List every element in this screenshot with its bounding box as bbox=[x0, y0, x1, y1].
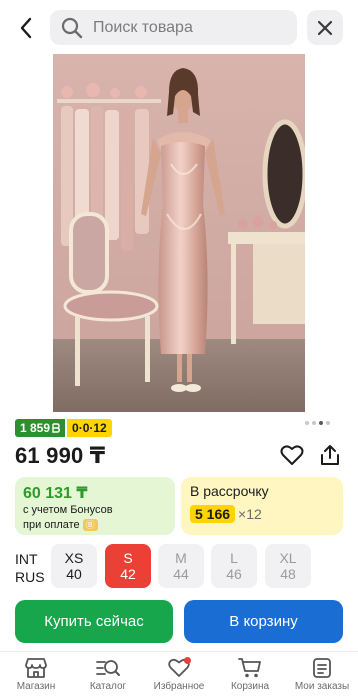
promo-badges: 1 859 0·0·12 bbox=[15, 419, 112, 437]
installment-card[interactable]: В рассрочку 5 166 ×12 bbox=[181, 477, 343, 535]
pagination-dot bbox=[312, 421, 316, 425]
size-label-int: INT bbox=[15, 551, 38, 567]
nav-label: Магазин bbox=[16, 681, 56, 692]
add-to-cart-button[interactable]: В корзину bbox=[184, 600, 343, 643]
catalog-icon bbox=[96, 660, 120, 676]
top-bar bbox=[0, 0, 358, 54]
gallery-pagination bbox=[305, 421, 330, 425]
size-rus: 46 bbox=[226, 566, 242, 582]
heart-icon bbox=[280, 445, 304, 465]
share-icon bbox=[321, 445, 339, 465]
nav-item-cart[interactable]: Корзина bbox=[214, 657, 286, 692]
size-option-xl[interactable]: XL 48 bbox=[265, 544, 311, 588]
bonus-note-line1: с учетом Бонусов bbox=[23, 504, 113, 516]
nav-label: Избранное bbox=[153, 681, 205, 692]
buy-now-button[interactable]: Купить сейчас bbox=[15, 600, 173, 643]
size-rus: 48 bbox=[280, 566, 296, 582]
size-option-s[interactable]: S 42 bbox=[105, 544, 151, 588]
bonus-note-line2: при оплате Ⓑ bbox=[23, 518, 167, 533]
size-option-m[interactable]: M 44 bbox=[158, 544, 204, 588]
size-rus: 42 bbox=[120, 566, 136, 582]
bonus-badge: 1 859 bbox=[15, 419, 66, 437]
product-price: 61 990 ₸ bbox=[15, 443, 106, 468]
size-int: L bbox=[230, 550, 238, 566]
bottom-nav: Магазин Каталог Избранное Корзина Мои за… bbox=[0, 651, 358, 699]
nav-item-favorites[interactable]: Избранное bbox=[143, 657, 215, 692]
size-option-xs[interactable]: XS 40 bbox=[51, 544, 97, 588]
size-system-labels: INT RUS bbox=[15, 550, 45, 586]
shop-icon bbox=[25, 658, 47, 678]
size-int: XS bbox=[64, 550, 84, 566]
bonus-b-icon bbox=[52, 423, 60, 433]
size-rus: 44 bbox=[173, 566, 189, 582]
nav-label: Корзина bbox=[230, 681, 270, 692]
size-int: S bbox=[123, 550, 133, 566]
size-option-l[interactable]: L 46 bbox=[211, 544, 257, 588]
nav-label: Мои заказы bbox=[294, 681, 350, 692]
pagination-dot bbox=[305, 421, 309, 425]
size-int: XL bbox=[279, 550, 297, 566]
installment-months: ×12 bbox=[238, 506, 262, 522]
bonus-note-line2-text: при оплате bbox=[23, 519, 80, 531]
nav-label: Каталог bbox=[89, 681, 127, 692]
search-icon bbox=[61, 17, 83, 38]
close-button[interactable] bbox=[307, 10, 343, 45]
installment-title: В рассрочку bbox=[190, 483, 269, 499]
orders-icon bbox=[313, 658, 331, 678]
bonus-price-amount: 60 131 ₸ bbox=[23, 485, 88, 502]
installment-row: 5 166 ×12 bbox=[190, 505, 334, 523]
product-photo-illustration bbox=[53, 54, 305, 412]
nav-item-shop[interactable]: Магазин bbox=[0, 657, 72, 692]
favorite-button[interactable] bbox=[280, 444, 306, 470]
chevron-left-icon bbox=[20, 17, 32, 39]
back-button[interactable] bbox=[12, 14, 40, 42]
bonus-price-card[interactable]: 60 131 ₸ с учетом Бонусов при оплате Ⓑ bbox=[15, 477, 175, 535]
size-rus: 40 bbox=[66, 566, 82, 582]
search-input[interactable] bbox=[93, 18, 283, 37]
bonus-coin-icon: Ⓑ bbox=[82, 519, 98, 532]
favorites-notification-dot bbox=[184, 657, 191, 664]
size-int: M bbox=[175, 550, 187, 566]
product-image[interactable] bbox=[53, 54, 305, 412]
pagination-dot bbox=[326, 421, 330, 425]
installment-monthly: 5 166 bbox=[190, 505, 236, 523]
size-label-rus: RUS bbox=[15, 569, 45, 585]
nav-item-orders[interactable]: Мои заказы bbox=[286, 657, 358, 692]
nav-item-catalog[interactable]: Каталог bbox=[72, 657, 144, 692]
share-button[interactable] bbox=[318, 443, 344, 469]
search-bar[interactable] bbox=[50, 10, 297, 45]
pagination-dot-active bbox=[319, 421, 323, 425]
cart-icon bbox=[238, 658, 261, 678]
bonus-badge-value: 1 859 bbox=[20, 421, 51, 435]
close-icon bbox=[317, 20, 333, 35]
installment-badge: 0·0·12 bbox=[67, 419, 112, 437]
